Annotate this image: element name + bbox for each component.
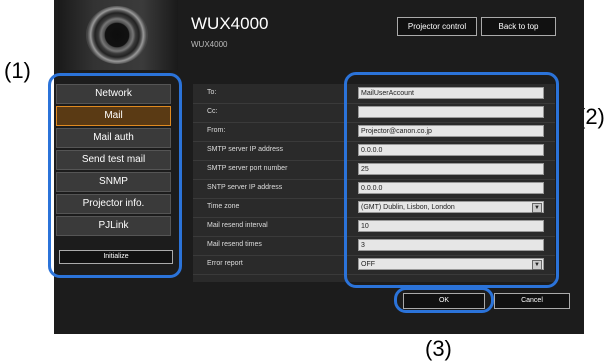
to-label: To: — [207, 89, 217, 96]
cc-label: Cc: — [207, 108, 218, 115]
page-subtitle: WUX4000 — [191, 40, 228, 49]
highlight-3 — [394, 287, 494, 313]
projector-control-button[interactable]: Projector control — [397, 17, 477, 36]
back-to-top-button[interactable]: Back to top — [481, 17, 556, 36]
resend-times-label: Mail resend times — [207, 241, 262, 248]
page-title: WUX4000 — [191, 14, 269, 33]
error-report-label: Error report — [207, 260, 243, 267]
projector-image — [58, 0, 178, 70]
from-label: From: — [207, 127, 226, 134]
sntp-ip-label: SNTP server IP address — [207, 184, 283, 191]
smtp-ip-label: SMTP server IP address — [207, 146, 283, 153]
highlight-1 — [48, 73, 182, 278]
time-zone-label: Time zone — [207, 203, 240, 210]
smtp-port-label: SMTP server port number — [207, 165, 288, 172]
resend-interval-label: Mail resend interval — [207, 222, 268, 229]
highlight-2 — [344, 72, 559, 288]
callout-1: (1) — [4, 58, 31, 83]
callout-3: (3) — [425, 336, 452, 361]
cancel-button[interactable]: Cancel — [494, 293, 570, 309]
